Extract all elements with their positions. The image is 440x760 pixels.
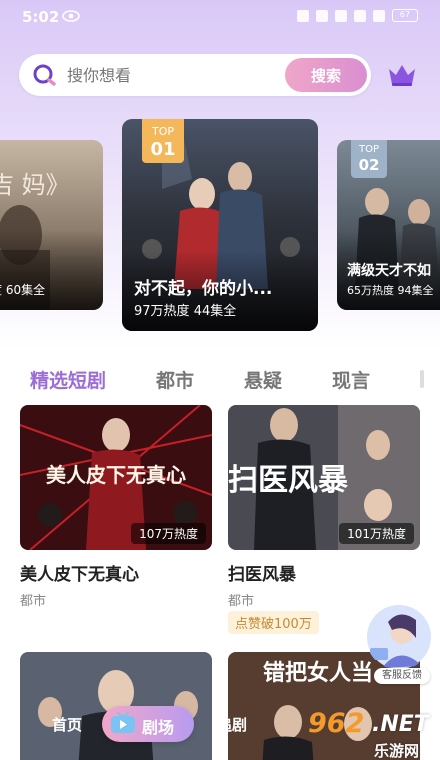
charging-icon <box>373 9 385 22</box>
service-label: 客服反馈 <box>374 668 430 684</box>
search-bar[interactable]: 搜索 <box>19 54 371 96</box>
drama-title: 扫医风暴 <box>228 565 296 585</box>
watermark-number: 962 <box>308 708 365 739</box>
drama-poster: 美人皮下无真心 107万热度 <box>20 405 212 550</box>
search-button[interactable]: 搜索 <box>285 58 367 92</box>
battery-icon: 67 <box>392 9 418 22</box>
wifi-icon <box>354 9 366 22</box>
nav-home[interactable]: 首页 <box>52 714 82 735</box>
status-time: 5:02 <box>22 8 60 26</box>
tab-urban[interactable]: 都市 <box>156 366 194 393</box>
watermark-domain: .NET <box>372 712 429 737</box>
rank-badge: TOP 01 <box>142 119 184 163</box>
drama-poster: 扫医风暴 101万热度 <box>228 405 420 550</box>
drama-genre: 都市 <box>228 594 255 609</box>
search-input[interactable] <box>67 62 287 88</box>
carousel-heat: 97万热度 <box>134 304 190 319</box>
carousel-card[interactable]: TOP 01 对不起，你的小... 97万热度 44集全 <box>122 119 318 331</box>
bluetooth-icon <box>316 9 328 22</box>
tab-featured[interactable]: 精选短剧 <box>30 366 106 393</box>
eye-icon <box>62 10 80 22</box>
carousel-title: 对不起，你的小... <box>134 279 273 299</box>
nav-theater-label: 剧场 <box>142 718 175 737</box>
status-bar: 5:02 67 <box>0 0 440 34</box>
rank-badge-label: TOP <box>151 125 174 138</box>
carousel-episodes: 44集全 <box>193 304 237 319</box>
rank-badge-number: 01 <box>150 139 176 160</box>
card-shade <box>0 230 103 310</box>
carousel-card[interactable]: 吉 妈》 度 60集全 <box>0 140 103 310</box>
drama-title: 美人皮下无真心 <box>20 565 139 585</box>
heat-badge: 101万热度 <box>339 523 414 544</box>
customer-service-button[interactable]: 客服反馈 <box>364 604 434 684</box>
search-icon <box>33 64 56 86</box>
carousel-meta: 97万热度 44集全 <box>134 300 236 319</box>
site-watermark: 962 .NET 乐游网 <box>300 708 436 760</box>
carousel-episodes: 94集全 <box>397 284 434 297</box>
carousel-meta: 65万热度 94集全 <box>347 282 434 298</box>
rank-badge-label: TOP <box>358 144 379 155</box>
tab-more-indicator[interactable] <box>420 370 424 388</box>
tab-modern-romance[interactable]: 现言 <box>332 366 370 393</box>
carousel-title: 满级天才不如 <box>347 263 431 279</box>
poster-title-text: 错把女人当 <box>263 660 373 686</box>
poster-title-text: 美人皮下无真心 <box>46 463 186 487</box>
nfc-icon <box>297 9 309 22</box>
carousel-title: 吉 妈》 <box>0 171 70 199</box>
theater-tv-icon <box>111 712 135 733</box>
carousel-card[interactable]: TOP 02 满级天才不如 65万热度 94集全 <box>337 140 440 310</box>
heat-badge: 107万热度 <box>131 523 206 544</box>
vip-crown-icon[interactable] <box>386 60 418 88</box>
like-badge: 点赞破100万 <box>228 611 319 634</box>
nav-theater[interactable]: 剧场 <box>102 706 194 742</box>
poster-title-text: 扫医风暴 <box>228 463 349 498</box>
nav-history[interactable]: 追剧 <box>217 714 247 735</box>
rank-badge-number: 02 <box>358 156 380 174</box>
tab-suspense[interactable]: 悬疑 <box>244 366 282 393</box>
status-icons: 67 <box>297 9 418 22</box>
mute-icon <box>335 9 347 22</box>
rank-badge: TOP 02 <box>351 140 387 178</box>
service-avatar-icon <box>367 605 431 669</box>
carousel-heat: 65万热度 <box>347 284 394 297</box>
watermark-site: 乐游网 <box>374 742 420 760</box>
carousel-meta: 度 60集全 <box>0 283 46 297</box>
category-tabs: 精选短剧 都市 悬疑 现言 <box>0 362 440 396</box>
drama-genre: 都市 <box>20 594 47 609</box>
